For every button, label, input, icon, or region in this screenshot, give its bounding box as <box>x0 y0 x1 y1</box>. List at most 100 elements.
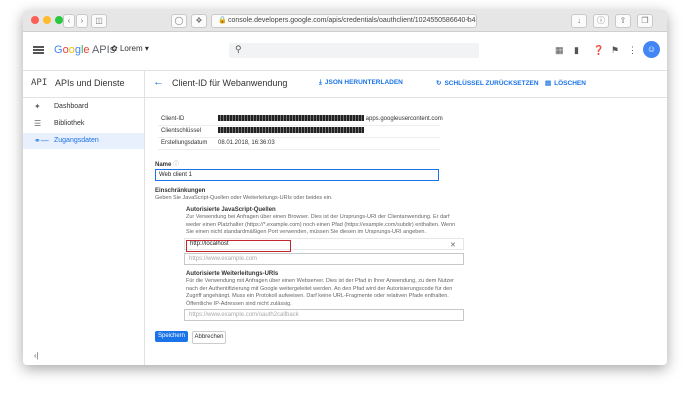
redacted-block <box>218 115 364 122</box>
notifications-icon[interactable]: ⚑ <box>611 45 619 56</box>
reset-secret-label: SCHLÜSSEL ZURÜCKSETZEN <box>444 80 539 87</box>
sidebar-item-library[interactable]: ☰ Bibliothek <box>23 116 144 132</box>
delete-label: LÖSCHEN <box>554 80 586 87</box>
redirect-uri-input[interactable]: https://www.example.com/oauth2callback <box>184 309 464 321</box>
refresh-icon: ↻ <box>436 80 442 87</box>
sidebar-toggle-button[interactable]: ◫ <box>91 14 107 28</box>
chevron-right-icon: › <box>80 16 84 25</box>
download-json-label: JSON HERUNTERLADEN <box>324 79 403 86</box>
tabs-button[interactable]: ❐ <box>637 14 653 28</box>
google-apis-logo[interactable]: Google APIs <box>54 44 115 56</box>
key-icon: ⚭— <box>34 136 49 145</box>
info-icon: ⓘ <box>597 16 605 25</box>
downloads-button[interactable]: ↓ <box>571 14 587 28</box>
download-icon: ⤓ <box>319 79 322 86</box>
client-id-value: apps.googleusercontent.com <box>218 114 443 125</box>
redacted-block <box>218 127 364 134</box>
created-label: Erstellungsdatum <box>161 140 208 146</box>
name-label: Name ⓘ <box>155 159 179 168</box>
sidebar-header: API APIs und Dienste <box>23 71 144 98</box>
sidebar: API APIs und Dienste ✦ Dashboard ☰ Bibli… <box>23 71 145 365</box>
reset-secret-button[interactable]: ↻ SCHLÜSSEL ZURÜCKSETZEN <box>436 79 539 87</box>
client-id-suffix: apps.googleusercontent.com <box>365 116 443 122</box>
api-badge: API <box>31 78 48 88</box>
gift-icon[interactable]: ▦ <box>555 45 564 56</box>
sidebar-item-label: Bibliothek <box>54 120 85 127</box>
project-selector[interactable]: ✿ Lorem ▾ <box>111 44 149 53</box>
name-label-text: Name <box>155 162 172 168</box>
client-secret-value <box>218 126 364 137</box>
trash-icon: ▤ <box>545 80 552 87</box>
js-origins-title: Autorisierte JavaScript-Quellen <box>186 207 276 213</box>
name-input[interactable]: Web client 1 <box>155 169 439 181</box>
restrictions-title: Einschränkungen <box>155 188 206 194</box>
cancel-button[interactable]: Abbrechen <box>192 331 226 344</box>
sidebar-item-label: Zugangsdaten <box>54 137 99 144</box>
close-window-button[interactable] <box>31 16 39 24</box>
restrictions-help: Geben Sie JavaScript-Quellen oder Weiter… <box>155 195 333 201</box>
client-id-row: Client-ID apps.googleusercontent.com <box>158 114 443 126</box>
help-circle-icon[interactable]: ⓘ <box>173 162 179 168</box>
client-secret-label: Clientschlüssel <box>161 128 202 134</box>
sidebar-icon: ◫ <box>95 16 103 25</box>
chevron-left-icon: ‹ <box>67 16 71 25</box>
main-content: ← Client-ID für Webanwendung ⤓ JSON HERUN… <box>145 71 667 365</box>
menu-icon[interactable] <box>33 46 44 54</box>
client-secret-row: Clientschlüssel <box>158 126 440 138</box>
minimize-window-button[interactable] <box>43 16 51 24</box>
browser-window: ‹ › ◫ ◯ ❖ 🔒 console.developers.google.co… <box>23 10 667 365</box>
shield-icon: ◯ <box>174 16 184 25</box>
back-nav-button[interactable]: ‹ <box>63 14 75 28</box>
page-title: Client-ID für Webanwendung <box>172 78 288 88</box>
created-row: Erstellungsdatum 08.01.2018, 16:36:03 <box>158 138 440 150</box>
zoom-window-button[interactable] <box>55 16 63 24</box>
delete-button[interactable]: ▤ LÖSCHEN <box>545 79 586 87</box>
download-icon: ↓ <box>577 16 581 25</box>
library-icon: ☰ <box>34 119 42 128</box>
tabs-icon: ❐ <box>641 16 649 25</box>
search-box[interactable]: ⚲ <box>229 43 479 58</box>
logo-letter: G <box>54 44 63 56</box>
collapse-sidebar-icon[interactable]: ‹| <box>34 351 39 360</box>
cloud-shell-icon[interactable]: ▮ <box>574 45 579 56</box>
help-icon[interactable]: ❓ <box>593 45 604 56</box>
sidebar-item-dashboard[interactable]: ✦ Dashboard <box>23 99 144 115</box>
project-name: Lorem <box>119 44 143 53</box>
shield-button[interactable]: ◯ <box>171 14 187 28</box>
lock-icon: 🔒 <box>218 17 227 24</box>
share-button[interactable]: ⇧ <box>615 14 631 28</box>
sidebar-item-credentials[interactable]: ⚭— Zugangsdaten <box>23 133 144 149</box>
redirect-uris-title: Autorisierte Weiterleitungs-URIs <box>186 271 279 277</box>
js-origin-placeholder: https://www.example.com <box>189 256 258 262</box>
avatar[interactable]: ☺ <box>643 41 660 58</box>
browser-toolbar: ‹ › ◫ ◯ ❖ 🔒 console.developers.google.co… <box>23 10 667 32</box>
name-input-value: Web client 1 <box>159 172 192 178</box>
redirect-uris-help: Für die Verwendung mit Anfragen über ein… <box>186 278 455 307</box>
extension-icon: ❖ <box>195 16 203 25</box>
google-wordmark: Google <box>54 44 90 56</box>
reload-icon[interactable]: ↻ <box>466 15 472 27</box>
page-header: ← Client-ID für Webanwendung ⤓ JSON HERUN… <box>145 71 667 98</box>
app-header: Google APIs ✿ Lorem ▾ ⚲ ▦ ▮ ❓ ⚑ ⋮ ☺ <box>23 32 667 71</box>
sidebar-item-label: Dashboard <box>54 103 89 110</box>
js-origin-input-2[interactable]: https://www.example.com <box>184 253 464 265</box>
save-button[interactable]: Speichern <box>155 331 188 342</box>
back-arrow-icon[interactable]: ← <box>153 76 164 88</box>
more-vert-icon[interactable]: ⋮ <box>628 45 637 56</box>
highlight-box <box>186 240 291 252</box>
download-json-button[interactable]: ⤓ JSON HERUNTERLADEN <box>319 79 403 87</box>
forward-nav-button[interactable]: › <box>76 14 88 28</box>
remove-origin-icon[interactable]: ✕ <box>450 241 456 249</box>
address-text: console.developers.google.com/apis/crede… <box>228 17 477 24</box>
search-icon: ⚲ <box>235 44 242 54</box>
sidebar-title: APIs und Dienste <box>55 78 125 88</box>
created-value: 08.01.2018, 16:36:03 <box>218 140 275 146</box>
share-icon: ⇧ <box>619 16 627 25</box>
js-origins-help: Zur Verwendung bei Anfragen über einen B… <box>186 214 456 235</box>
address-bar[interactable]: 🔒 console.developers.google.com/apis/cre… <box>211 14 477 28</box>
caret-down-icon: ▾ <box>144 44 149 53</box>
redirect-uri-placeholder: https://www.example.com/oauth2callback <box>189 312 299 318</box>
extension-button[interactable]: ❖ <box>191 14 207 28</box>
client-id-label: Client-ID <box>161 116 185 122</box>
info-button[interactable]: ⓘ <box>593 14 609 28</box>
